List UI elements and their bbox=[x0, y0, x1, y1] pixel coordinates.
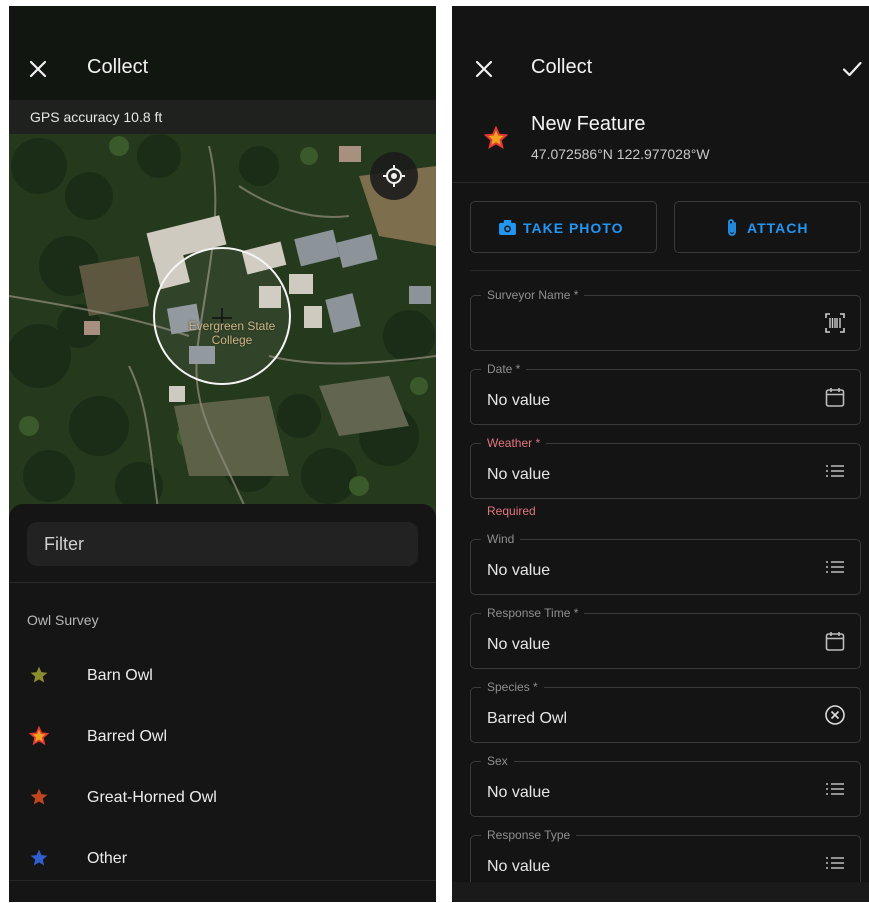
app-bar bbox=[9, 6, 436, 100]
field-label: Species * bbox=[481, 680, 544, 694]
close-icon[interactable] bbox=[27, 58, 49, 80]
wind-field[interactable]: Wind No value bbox=[470, 532, 861, 595]
weather-field[interactable]: Weather * No value bbox=[470, 436, 861, 499]
surveyor-name-field[interactable]: Surveyor Name * bbox=[470, 288, 861, 351]
divider bbox=[470, 270, 861, 271]
list-icon[interactable] bbox=[824, 556, 846, 578]
divider bbox=[9, 582, 436, 583]
species-field[interactable]: Species * Barred Owl bbox=[470, 680, 861, 743]
list-item-label: Barn Owl bbox=[87, 667, 153, 684]
weather-error-text: Required bbox=[487, 504, 536, 518]
calendar-icon[interactable] bbox=[824, 386, 846, 408]
map-place-label: Evergreen State College bbox=[188, 319, 276, 347]
field-label: Date * bbox=[481, 362, 527, 376]
list-icon[interactable] bbox=[824, 778, 846, 800]
gps-accuracy-text: GPS accuracy 10.8 ft bbox=[30, 109, 163, 125]
field-value: No value bbox=[487, 392, 551, 409]
field-label: Wind bbox=[481, 532, 521, 546]
calendar-icon[interactable] bbox=[824, 630, 846, 652]
check-icon[interactable] bbox=[841, 58, 863, 80]
star-icon bbox=[29, 726, 49, 746]
star-icon bbox=[30, 788, 48, 805]
collect-map-screen: Evergreen State College Collect GPS accu… bbox=[9, 6, 436, 902]
field-label: Surveyor Name * bbox=[481, 288, 585, 302]
field-value: No value bbox=[487, 562, 551, 579]
paperclip-icon bbox=[728, 219, 736, 236]
field-label: Response Time * bbox=[481, 606, 585, 620]
attach-button[interactable]: ATTACH bbox=[674, 201, 861, 253]
gps-locate-icon bbox=[383, 165, 405, 187]
list-item-other[interactable]: Other bbox=[9, 834, 436, 886]
take-photo-label: TAKE PHOTO bbox=[523, 220, 624, 236]
camera-icon bbox=[499, 220, 516, 235]
star-icon bbox=[484, 126, 508, 150]
barcode-scan-icon[interactable] bbox=[824, 312, 846, 334]
clear-circle-icon[interactable] bbox=[824, 704, 846, 726]
divider bbox=[9, 880, 436, 881]
new-feature-form-screen: Collect New Feature 47.072586°N 122.9770… bbox=[452, 6, 869, 902]
attach-label: ATTACH bbox=[747, 220, 809, 236]
list-item-barred-owl[interactable]: Barred Owl bbox=[9, 712, 436, 764]
sex-field[interactable]: Sex No value bbox=[470, 754, 861, 817]
feature-type-sheet: Owl Survey Barn Owl Barred Owl Great-Hor… bbox=[9, 504, 436, 902]
field-value: No value bbox=[487, 636, 551, 653]
app-bar-title: Collect bbox=[531, 56, 593, 78]
bottom-bar bbox=[452, 882, 869, 902]
close-icon[interactable] bbox=[473, 58, 495, 80]
feature-coordinates: 47.072586°N 122.977028°W bbox=[531, 146, 710, 162]
filter-input[interactable] bbox=[27, 522, 418, 566]
field-label: Response Type bbox=[481, 828, 577, 842]
field-value: No value bbox=[487, 858, 551, 875]
list-icon[interactable] bbox=[824, 460, 846, 482]
field-value: No value bbox=[487, 784, 551, 801]
list-item-great-horned-owl[interactable]: Great-Horned Owl bbox=[9, 773, 436, 825]
field-value: No value bbox=[487, 466, 551, 483]
star-icon bbox=[30, 666, 48, 683]
response-time-field[interactable]: Response Time * No value bbox=[470, 606, 861, 669]
star-icon bbox=[30, 849, 48, 866]
app-bar-title: Collect bbox=[87, 56, 149, 78]
my-location-button[interactable] bbox=[370, 152, 418, 200]
field-value: Barred Owl bbox=[487, 710, 568, 727]
list-item-label: Other bbox=[87, 850, 128, 867]
list-item-label: Great-Horned Owl bbox=[87, 789, 217, 806]
take-photo-button[interactable]: TAKE PHOTO bbox=[470, 201, 657, 253]
list-item-barn-owl[interactable]: Barn Owl bbox=[9, 651, 436, 703]
list-icon[interactable] bbox=[824, 852, 846, 874]
gps-accuracy-bar: GPS accuracy 10.8 ft bbox=[9, 100, 436, 134]
list-item-label: Barred Owl bbox=[87, 728, 168, 745]
layer-section-title: Owl Survey bbox=[27, 612, 99, 628]
field-label: Weather * bbox=[481, 436, 547, 450]
divider bbox=[452, 182, 869, 183]
date-field[interactable]: Date * No value bbox=[470, 362, 861, 425]
feature-title: New Feature bbox=[531, 113, 646, 135]
field-label: Sex bbox=[481, 754, 514, 768]
